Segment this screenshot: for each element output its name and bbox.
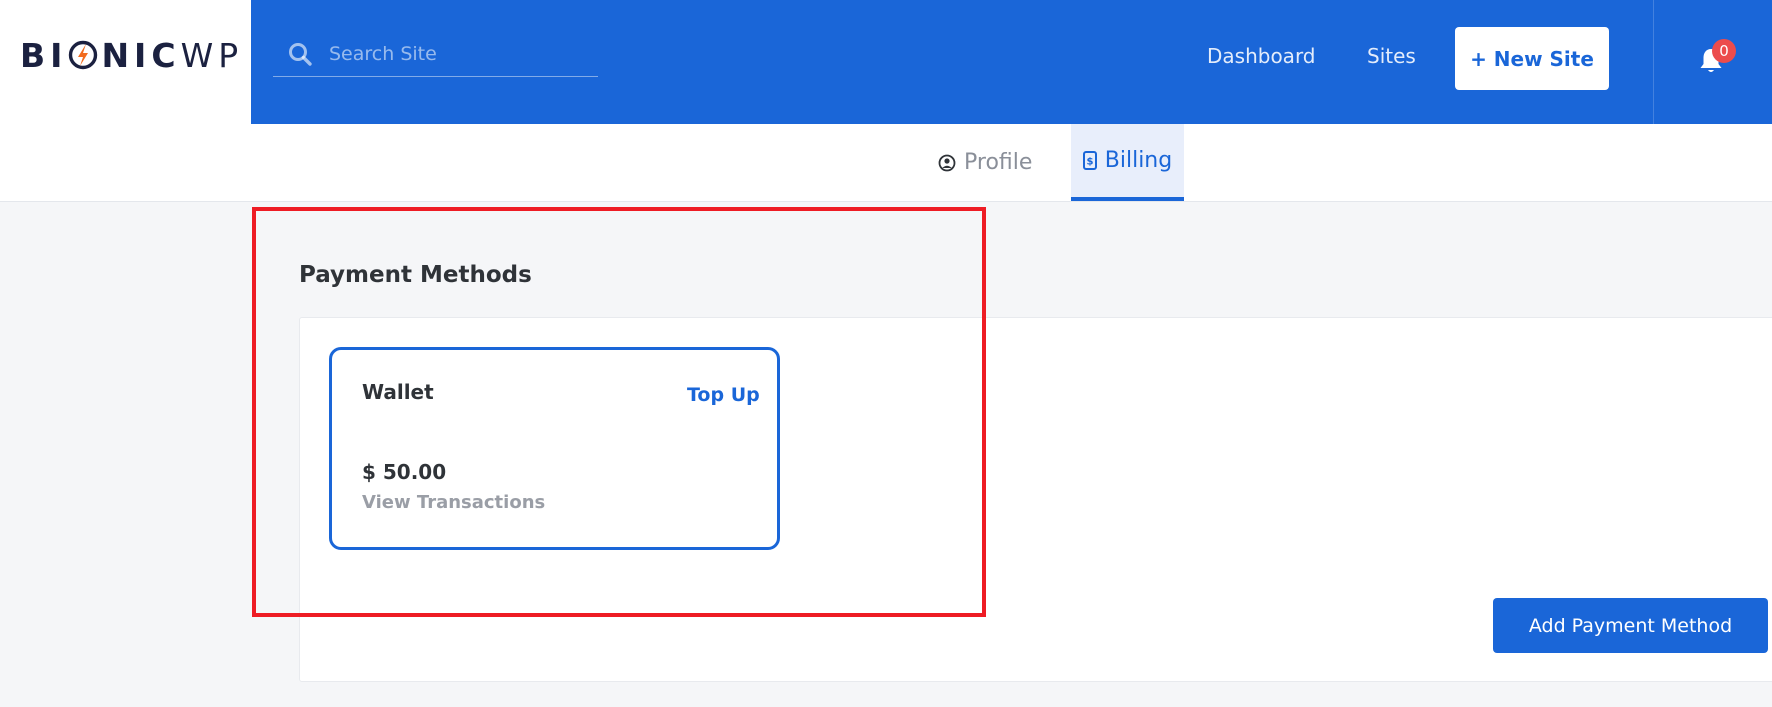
tab-profile[interactable]: Profile bbox=[938, 124, 1032, 201]
logo-text-prefix: BI bbox=[20, 35, 68, 75]
view-transactions-link[interactable]: View Transactions bbox=[362, 492, 545, 513]
wallet-balance: $ 50.00 bbox=[362, 460, 447, 484]
header-divider bbox=[1653, 0, 1654, 124]
wallet-title: Wallet bbox=[362, 380, 434, 404]
logo-text-mid: NIC bbox=[101, 35, 181, 75]
header-bar: Dashboard Sites + New Site 0 bbox=[251, 0, 1772, 124]
nav-sites-link[interactable]: Sites bbox=[1367, 44, 1416, 68]
top-header: BI NIC WP Dashboard Sites + New Site 0 bbox=[0, 0, 1772, 124]
logo-area: BI NIC WP bbox=[0, 0, 251, 124]
logo-text-suffix: WP bbox=[180, 35, 244, 75]
tab-profile-label: Profile bbox=[964, 150, 1033, 175]
bionicwp-logo[interactable]: BI NIC WP bbox=[20, 36, 243, 75]
tab-billing-label: Billing bbox=[1104, 148, 1173, 173]
lightning-o-icon bbox=[69, 40, 98, 70]
search-box bbox=[273, 32, 598, 77]
add-payment-method-button[interactable]: Add Payment Method bbox=[1493, 598, 1768, 653]
user-circle-icon bbox=[938, 154, 956, 171]
new-site-button[interactable]: + New Site bbox=[1455, 27, 1609, 90]
tabs-bar: Profile $ Billing bbox=[0, 124, 1772, 202]
billing-icon: $ bbox=[1082, 151, 1097, 170]
search-icon bbox=[289, 43, 312, 66]
top-up-link[interactable]: Top Up bbox=[687, 384, 760, 406]
payment-methods-title: Payment Methods bbox=[299, 262, 532, 288]
notification-count-badge: 0 bbox=[1712, 39, 1736, 63]
wallet-card[interactable]: Wallet Top Up $ 50.00 View Transactions bbox=[329, 347, 780, 550]
search-input[interactable] bbox=[327, 42, 591, 66]
tab-billing[interactable]: $ Billing bbox=[1071, 124, 1184, 201]
nav-dashboard-link[interactable]: Dashboard bbox=[1207, 44, 1316, 68]
svg-text:$: $ bbox=[1086, 157, 1093, 168]
